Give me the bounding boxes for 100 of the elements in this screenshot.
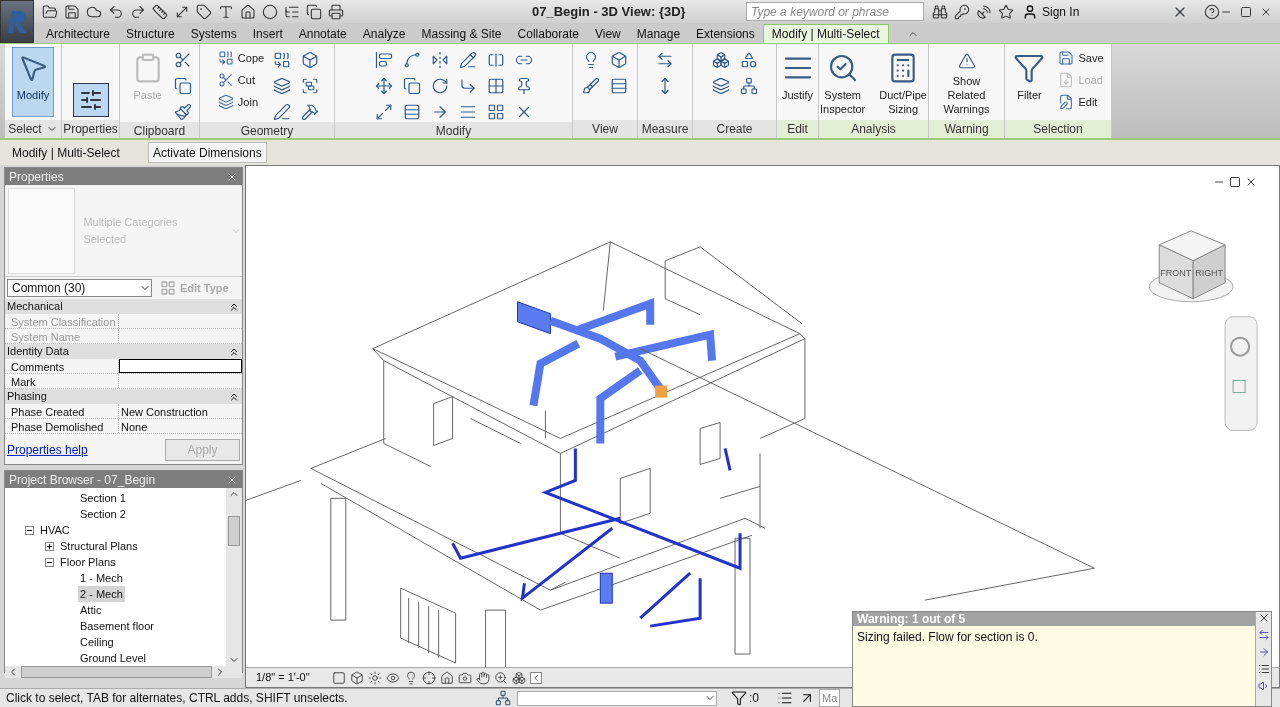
property-value[interactable]: New Construction — [119, 404, 242, 418]
close-icon[interactable] — [1245, 176, 1257, 188]
tree-item[interactable]: Attic — [78, 601, 104, 619]
hammer-icon[interactable] — [301, 103, 320, 121]
group-header[interactable]: Mechanical — [5, 299, 242, 314]
ribbon-small-button[interactable]: Cope — [213, 47, 269, 69]
tree-item[interactable]: HVAC — [38, 521, 72, 539]
mirror-icon[interactable] — [430, 51, 449, 69]
details-icon[interactable] — [1257, 663, 1270, 675]
crosshair-icon[interactable] — [422, 670, 436, 685]
lines-icon[interactable] — [610, 77, 628, 95]
tree-item[interactable]: Basement floor — [78, 617, 156, 635]
ruler-icon[interactable] — [152, 3, 168, 20]
help-icon[interactable] — [1204, 3, 1220, 20]
trim-icon[interactable] — [458, 77, 477, 95]
workset-field[interactable] — [517, 690, 717, 706]
scroll-thumb[interactable] — [228, 516, 240, 546]
model-field[interactable]: Ma — [819, 688, 841, 707]
view-cube[interactable]: FRONT RIGHT — [1148, 230, 1234, 303]
ribbon-large-button[interactable]: Duct/Pipe Sizing — [874, 47, 932, 117]
ribbon-tab[interactable]: Analyze — [354, 24, 414, 43]
app-menu-button[interactable] — [0, 0, 34, 43]
pen-icon[interactable] — [273, 103, 292, 121]
ribbon-tab[interactable]: Structure — [118, 24, 183, 43]
windows-icon[interactable] — [306, 3, 322, 20]
expander-icon[interactable] — [25, 525, 34, 535]
properties-button[interactable] — [72, 83, 109, 117]
array-icon[interactable] — [486, 77, 505, 95]
shapes-icon[interactable] — [739, 51, 758, 69]
save-icon[interactable] — [1058, 50, 1075, 66]
cube-icon[interactable] — [301, 51, 320, 69]
tree-item[interactable]: Floor Plans — [58, 553, 118, 571]
save-icon[interactable] — [64, 3, 80, 20]
input-field[interactable] — [119, 359, 242, 373]
offset-icon[interactable] — [402, 51, 421, 69]
circle-icon[interactable] — [262, 3, 278, 20]
group-header[interactable]: Identity Data — [5, 344, 242, 359]
tree-item[interactable]: Section 1 — [78, 489, 128, 507]
ribbon-small-button[interactable]: Cut — [213, 69, 269, 91]
scale-icon[interactable] — [374, 103, 393, 121]
zoom-icon[interactable] — [494, 670, 508, 685]
ribbon-tab[interactable]: View — [586, 24, 629, 43]
search-field[interactable]: Type a keyword or phrase — [746, 2, 924, 21]
house-icon[interactable] — [440, 670, 454, 685]
scroll-left-icon[interactable] — [530, 671, 542, 684]
move-icon[interactable] — [374, 77, 393, 95]
ribbon-tab[interactable]: Modify | Multi-Select — [762, 24, 889, 43]
tree-item[interactable]: 2 - Mech — [78, 585, 125, 603]
paintbrush-icon[interactable] — [173, 103, 192, 121]
tree-item[interactable]: Ground Level — [78, 649, 149, 667]
cube-icon[interactable] — [350, 670, 364, 685]
join-icon[interactable] — [217, 94, 234, 110]
cut-icon[interactable] — [217, 72, 234, 88]
scroll-thumb[interactable] — [21, 666, 212, 678]
tree-item[interactable]: Structural Plans — [58, 537, 140, 555]
folder-icon[interactable] — [42, 3, 58, 20]
options-button[interactable]: Activate Dimensions — [148, 142, 267, 163]
boxes-icon[interactable] — [512, 670, 526, 685]
pencil-icon[interactable] — [458, 51, 477, 69]
shapes-icon[interactable] — [301, 77, 320, 95]
funnel-icon[interactable] — [1013, 52, 1046, 84]
copy-icon[interactable] — [402, 77, 421, 95]
rows-icon[interactable] — [402, 103, 421, 121]
text-icon[interactable] — [218, 3, 234, 20]
sign-in-button[interactable]: Sign In — [1022, 2, 1172, 21]
brush-icon[interactable] — [582, 77, 600, 95]
lightbulb-icon[interactable] — [404, 670, 418, 685]
boxes-icon[interactable] — [711, 51, 730, 69]
hand-icon[interactable] — [476, 670, 490, 685]
expander-icon[interactable] — [45, 557, 54, 567]
binoculars-icon[interactable] — [932, 3, 948, 20]
filter-dropdown[interactable]: Common (30) — [7, 279, 152, 297]
split-icon[interactable] — [486, 51, 505, 69]
panels-icon[interactable] — [711, 77, 730, 95]
ribbon-tab[interactable]: Insert — [244, 24, 291, 43]
rotate-icon[interactable] — [430, 77, 449, 95]
worksets-icon[interactable] — [495, 690, 511, 706]
camera-icon[interactable] — [458, 670, 472, 685]
list-icon[interactable] — [777, 690, 793, 706]
maximize-icon[interactable] — [1240, 5, 1252, 18]
dimension-icon[interactable] — [656, 51, 674, 69]
key-icon[interactable] — [954, 3, 970, 20]
scale-label[interactable]: 1/8" = 1'-0" — [256, 669, 328, 686]
previous-icon[interactable] — [1257, 629, 1270, 641]
property-value[interactable]: None — [119, 419, 242, 433]
ribbon-tab[interactable]: Systems — [182, 24, 245, 43]
scrollbar[interactable] — [5, 666, 242, 678]
copy-icon[interactable] — [173, 77, 192, 95]
edit-icon[interactable] — [1058, 94, 1075, 110]
ribbon-small-button[interactable]: Join — [213, 91, 269, 113]
speaker-icon[interactable] — [1257, 680, 1270, 692]
help-link[interactable]: Properties help — [7, 441, 88, 459]
ribbon-small-button[interactable]: Save — [1054, 47, 1108, 69]
cube-icon[interactable] — [610, 51, 628, 69]
house-with-ductwork-drawing[interactable] — [246, 241, 806, 667]
filter-icon[interactable] — [731, 690, 747, 706]
detail-level-icon[interactable] — [332, 670, 346, 685]
redo-icon[interactable] — [130, 3, 146, 20]
restore-icon[interactable] — [1229, 176, 1241, 188]
ribbon-tab[interactable]: Manage — [628, 24, 689, 43]
